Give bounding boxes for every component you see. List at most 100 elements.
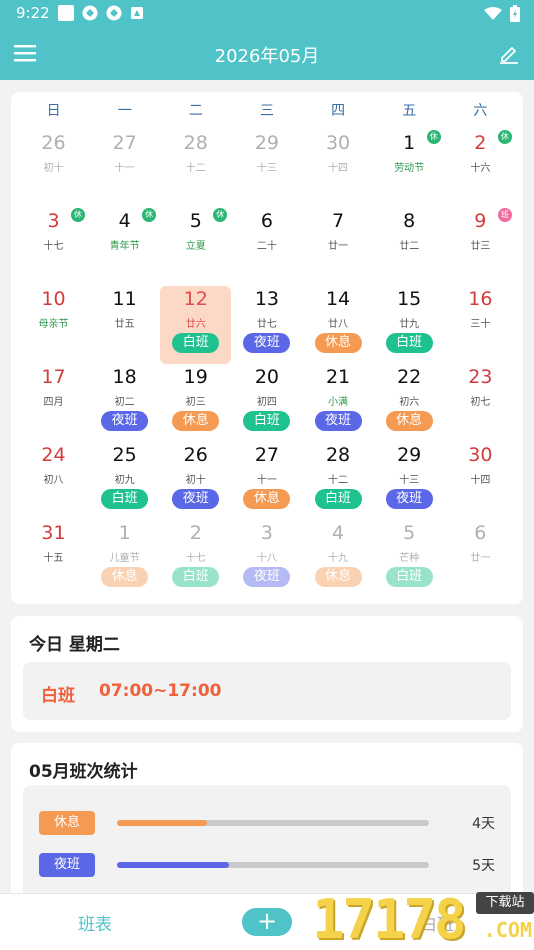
lunar-date: 廿一 [470, 553, 491, 564]
calendar-day[interactable]: 4 十九 休息 [303, 520, 374, 598]
app-bar: 2026年05月 [0, 28, 534, 80]
lunar-date: 十九 [328, 553, 349, 564]
lunar-date: 十一 [114, 163, 135, 174]
calendar-day[interactable]: 7 廿一 [303, 208, 374, 286]
calendar-day[interactable]: 22 初六 休息 [374, 364, 445, 442]
calendar-day[interactable]: 26 初十 夜班 [160, 442, 231, 520]
calendar-day[interactable]: 2 十六休 [445, 130, 516, 208]
calendar-day[interactable]: 5 芒种 白班 [374, 520, 445, 598]
shift-pill: 白班 [101, 489, 149, 509]
lunar-date: 初三 [185, 397, 206, 408]
lunar-date: 初九 [114, 475, 135, 486]
calendar-day[interactable]: 27 十一 休息 [231, 442, 302, 520]
day-number: 27 [112, 132, 137, 154]
lunar-date: 母亲节 [38, 319, 69, 330]
calendar-day[interactable]: 3 十七休 [18, 208, 89, 286]
day-number: 12 [183, 288, 208, 310]
lunar-date: 廿五 [114, 319, 135, 330]
status-notification-icons [58, 5, 144, 21]
wifi-icon [484, 6, 502, 20]
notification-image-icon [131, 7, 143, 19]
lunar-date: 初十 [43, 163, 64, 174]
day-number: 7 [332, 210, 345, 232]
day-number: 10 [41, 288, 66, 310]
lunar-date: 初六 [399, 397, 420, 408]
calendar-day[interactable]: 3 十八 夜班 [231, 520, 302, 598]
shift-pill: 休息 [101, 567, 149, 587]
weekday-label: 三 [259, 103, 274, 119]
calendar-day[interactable]: 29 十三 夜班 [374, 442, 445, 520]
calendar-card: 日 一 二 三 四 五 六 26 初十 27 十一 28 十二 29 十三 30 十四 1 劳动节休 2… [11, 92, 523, 604]
shift-pill: 休息 [243, 489, 291, 509]
lunar-date: 廿九 [399, 319, 420, 330]
day-number: 26 [183, 444, 208, 466]
calendar-day[interactable]: 23 初七 [445, 364, 516, 442]
today-shift-box[interactable]: 白班 07:00~17:00 [23, 662, 511, 720]
stats-label: 夜班 [39, 853, 95, 877]
lunar-date: 十四 [328, 163, 349, 174]
lunar-date: 初二 [114, 397, 135, 408]
day-number: 29 [254, 132, 279, 154]
month-title[interactable]: 2026年05月 [0, 42, 534, 68]
calendar-day-today[interactable]: 12 廿六 白班 [160, 286, 232, 364]
calendar-day[interactable]: 25 初九 白班 [89, 442, 160, 520]
calendar-day[interactable]: 5 立夏休 [160, 208, 231, 286]
lunar-date: 廿一 [328, 241, 349, 252]
lunar-date: 十五 [43, 553, 64, 564]
calendar-day[interactable]: 6 二十 [231, 208, 302, 286]
day-number: 27 [254, 444, 279, 466]
calendar-day[interactable]: 18 初二 夜班 [89, 364, 160, 442]
calendar-day[interactable]: 9 廿三班 [445, 208, 516, 286]
calendar-day[interactable]: 28 十二 [160, 130, 231, 208]
calendar-day[interactable]: 8 廿二 [374, 208, 445, 286]
stats-row: 夜班 5天 [23, 853, 511, 879]
calendar-day[interactable]: 17 四月 [18, 364, 89, 442]
lunar-date: 廿七 [256, 319, 277, 330]
calendar-day[interactable]: 31 十五 [18, 520, 89, 598]
calendar-day[interactable]: 2 十七 白班 [160, 520, 231, 598]
calendar-day[interactable]: 10 母亲节 [18, 286, 89, 364]
tab-schedule[interactable]: 班表 [78, 910, 112, 935]
today-heading: 今日 星期二 [29, 635, 120, 655]
calendar-day[interactable]: 21 小满 夜班 [303, 364, 374, 442]
weekday-label: 二 [188, 103, 203, 119]
calendar-day[interactable]: 14 廿八 休息 [303, 286, 374, 364]
day-number: 2 [189, 522, 202, 544]
calendar-day[interactable]: 16 三十 [445, 286, 516, 364]
lunar-date: 劳动节 [394, 163, 425, 174]
shift-pill: 白班 [385, 333, 433, 353]
lunar-date: 十七 [185, 553, 206, 564]
plus-icon: + [256, 907, 278, 935]
calendar-day[interactable]: 19 初三 休息 [160, 364, 231, 442]
weekday-label: 日 [46, 103, 61, 119]
calendar-day[interactable]: 1 儿童节 休息 [89, 520, 160, 598]
add-shift-button[interactable]: + [242, 908, 292, 936]
calendar-day[interactable]: 15 廿九 白班 [374, 286, 445, 364]
calendar-day[interactable]: 20 初四 白班 [231, 364, 302, 442]
lunar-date: 初八 [43, 475, 64, 486]
calendar-day[interactable]: 11 廿五 [89, 286, 160, 364]
calendar-day[interactable]: 6 廿一 [445, 520, 516, 598]
calendar-day[interactable]: 28 十二 白班 [303, 442, 374, 520]
stats-bar-fill [117, 820, 208, 826]
calendar-day[interactable]: 29 十三 [231, 130, 302, 208]
calendar-day[interactable]: 24 初八 [18, 442, 89, 520]
calendar-day[interactable]: 27 十一 [89, 130, 160, 208]
calendar-day[interactable]: 26 初十 [18, 130, 89, 208]
today-card: 今日 星期二 白班 07:00~17:00 [11, 616, 523, 732]
shift-pill: 夜班 [172, 489, 220, 509]
lunar-date: 廿八 [328, 319, 349, 330]
edit-icon[interactable] [498, 42, 520, 64]
day-number: 16 [468, 288, 493, 310]
calendar-day[interactable]: 30 十四 [303, 130, 374, 208]
calendar-day[interactable]: 30 十四 [445, 442, 516, 520]
weekday-label: 四 [331, 103, 346, 119]
calendar-day[interactable]: 4 青年节休 [89, 208, 160, 286]
holiday-badge: 休 [426, 130, 441, 144]
day-number: 20 [254, 366, 279, 388]
calendar-day[interactable]: 1 劳动节休 [374, 130, 445, 208]
day-number: 6 [260, 210, 273, 232]
notification-square-icon [58, 5, 74, 21]
calendar-day[interactable]: 13 廿七 夜班 [231, 286, 302, 364]
stats-count: 5天 [472, 858, 495, 874]
